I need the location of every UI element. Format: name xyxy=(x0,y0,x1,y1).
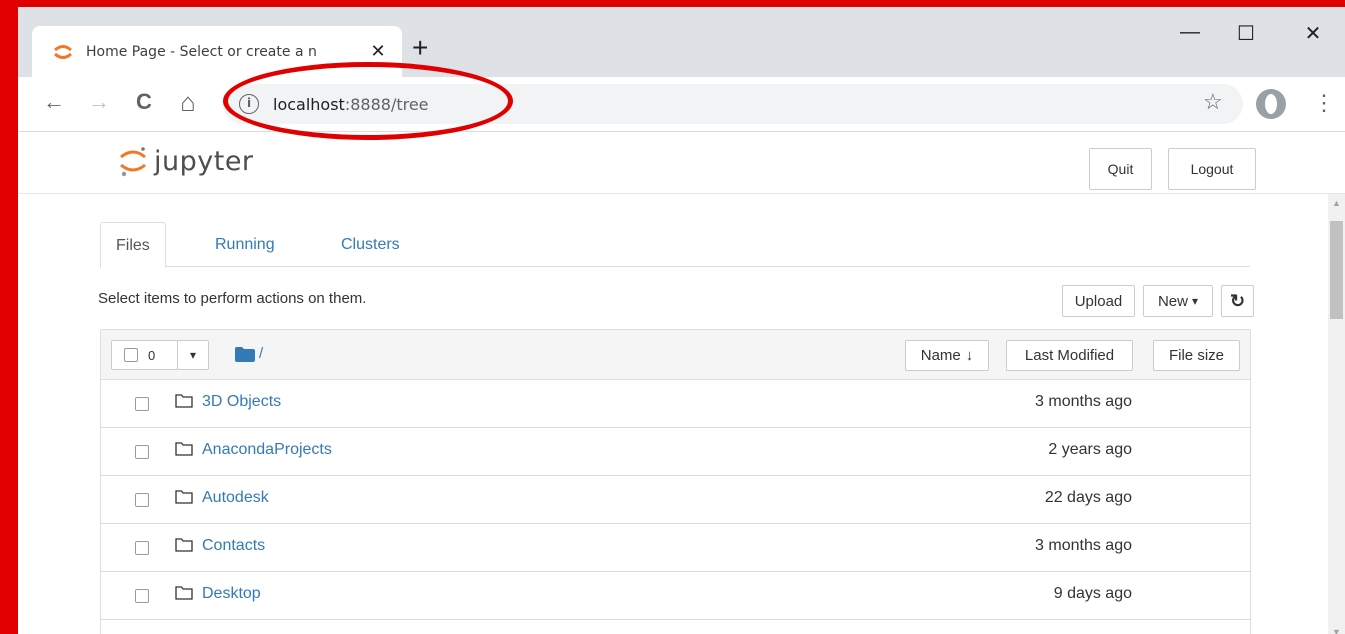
jupyter-header: jupyter Quit Logout xyxy=(18,132,1345,194)
selection-caret-icon: ▾ xyxy=(189,348,197,362)
profile-avatar[interactable] xyxy=(1256,89,1286,119)
row-checkbox[interactable] xyxy=(135,541,149,555)
jupyter-logo[interactable]: jupyter xyxy=(118,144,254,178)
tab-running[interactable]: Running xyxy=(200,222,290,267)
file-modified: 3 months ago xyxy=(1035,393,1132,410)
file-modified: 2 years ago xyxy=(1048,441,1132,458)
list-item[interactable]: AnacondaProjects 2 years ago xyxy=(101,428,1250,476)
row-checkbox[interactable] xyxy=(135,589,149,603)
list-item[interactable]: 3D Objects 3 months ago xyxy=(101,380,1250,428)
file-modified: 9 days ago xyxy=(1053,585,1132,602)
row-checkbox[interactable] xyxy=(135,397,149,411)
logout-button[interactable]: Logout xyxy=(1168,148,1256,190)
tab-close-icon[interactable]: ✕ xyxy=(368,41,388,62)
folder-icon xyxy=(175,538,193,552)
file-name-link[interactable]: AnacondaProjects xyxy=(202,441,332,459)
tab-clusters[interactable]: Clusters xyxy=(326,222,415,267)
folder-icon xyxy=(175,490,193,504)
file-name-link[interactable]: Desktop xyxy=(202,585,261,603)
sort-file-size-button[interactable]: File size xyxy=(1153,340,1240,371)
list-item[interactable]: Desktop 9 days ago xyxy=(101,572,1250,620)
breadcrumb-root[interactable]: / xyxy=(259,345,263,362)
window-close-icon[interactable]: ✕ xyxy=(1303,21,1323,46)
selection-dropdown-button[interactable]: ▾ xyxy=(177,340,209,370)
select-all-checkbox-group[interactable]: 0 xyxy=(111,340,178,370)
maximize-icon[interactable]: ☐ xyxy=(1236,21,1256,46)
file-modified: 3 months ago xyxy=(1035,537,1132,554)
browser-tabstrip: Home Page - Select or create a n ✕ + — ☐… xyxy=(18,7,1345,77)
page-scrollbar[interactable]: ▲ ▼ xyxy=(1328,194,1345,634)
upload-button[interactable]: Upload xyxy=(1062,285,1135,317)
select-all-checkbox[interactable] xyxy=(124,348,138,362)
browser-toolbar: ← → C ⌂ i localhost:8888/tree ☆ ⋮ xyxy=(18,77,1345,132)
jupyter-logo-icon xyxy=(120,147,146,177)
scroll-down-icon[interactable]: ▼ xyxy=(1332,627,1341,634)
scroll-thumb[interactable] xyxy=(1330,221,1343,319)
folder-icon xyxy=(175,586,193,600)
new-tab-icon[interactable]: + xyxy=(412,33,428,63)
scroll-up-icon[interactable]: ▲ xyxy=(1332,198,1341,208)
sort-name-label: Name xyxy=(920,347,961,364)
new-dropdown-button[interactable]: New ▾ xyxy=(1143,285,1213,317)
sort-last-modified-button[interactable]: Last Modified xyxy=(1006,340,1133,371)
annotation-frame: Home Page - Select or create a n ✕ + — ☐… xyxy=(0,0,1345,634)
row-checkbox[interactable] xyxy=(135,493,149,507)
file-name-link[interactable]: Contacts xyxy=(202,537,265,555)
url-highlight-ellipse xyxy=(223,62,513,140)
selection-hint: Select items to perform actions on them. xyxy=(98,290,367,307)
folder-icon xyxy=(175,442,193,456)
sort-name-button[interactable]: Name ↓ xyxy=(905,340,989,371)
home-icon[interactable]: ⌂ xyxy=(175,87,201,117)
reload-icon[interactable]: C xyxy=(131,87,157,117)
refresh-button[interactable]: ↻ xyxy=(1221,285,1254,317)
new-caret-icon: ▾ xyxy=(1191,294,1199,308)
new-button-label: New xyxy=(1157,292,1188,310)
refresh-icon: ↻ xyxy=(1229,290,1246,311)
minimize-icon[interactable]: — xyxy=(1180,21,1200,44)
list-item[interactable]: Contacts 3 months ago xyxy=(101,524,1250,572)
jupyter-logo-text: jupyter xyxy=(154,145,254,177)
list-item[interactable]: Autodesk 22 days ago xyxy=(101,476,1250,524)
folder-root-icon[interactable] xyxy=(235,347,255,362)
file-list-header: 0 ▾ / Name ↓ Last Modified File size xyxy=(101,330,1250,380)
back-icon[interactable]: ← xyxy=(41,87,67,117)
file-name-link[interactable]: 3D Objects xyxy=(202,393,281,411)
row-checkbox[interactable] xyxy=(135,445,149,459)
file-name-link[interactable]: Autodesk xyxy=(202,489,269,507)
tab-title: Home Page - Select or create a n xyxy=(86,43,317,60)
folder-icon xyxy=(175,394,193,408)
browser-menu-icon[interactable]: ⋮ xyxy=(1313,88,1335,118)
jupyter-favicon-icon xyxy=(54,44,72,59)
sort-down-arrow-icon: ↓ xyxy=(965,347,974,364)
file-modified: 22 days ago xyxy=(1044,489,1132,506)
file-list: 0 ▾ / Name ↓ Last Modified File size 3D … xyxy=(100,329,1251,634)
selected-count: 0 xyxy=(148,347,156,363)
forward-icon[interactable]: → xyxy=(86,87,112,117)
bookmark-star-icon[interactable]: ☆ xyxy=(1203,89,1223,115)
tab-files[interactable]: Files xyxy=(100,222,166,268)
quit-button[interactable]: Quit xyxy=(1089,148,1152,190)
jupyter-tabs: Files Running Clusters xyxy=(100,222,1250,268)
